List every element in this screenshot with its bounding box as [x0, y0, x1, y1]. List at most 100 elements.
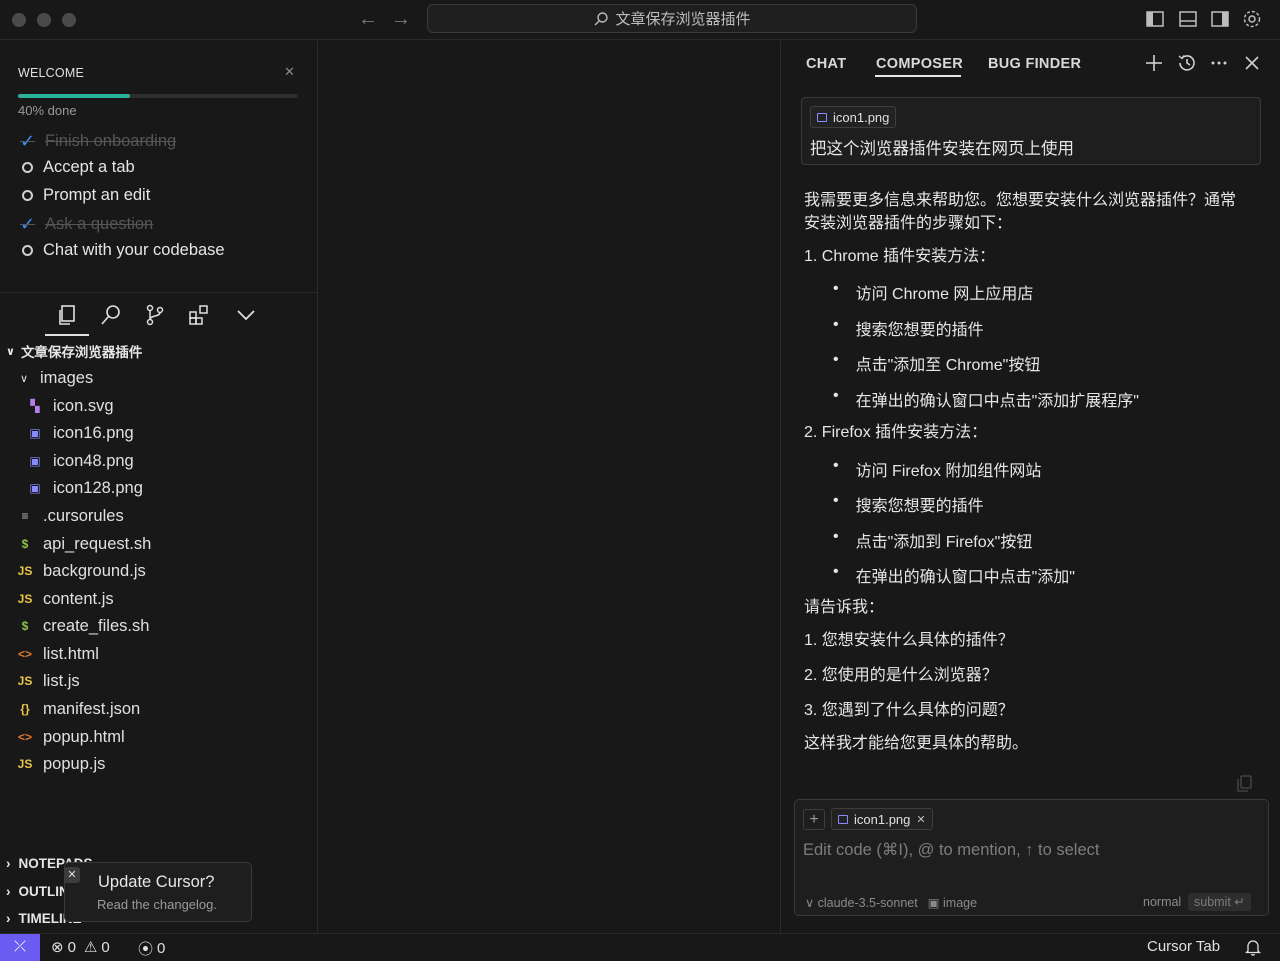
- toggle-primary-sidebar-icon[interactable]: [1145, 9, 1165, 29]
- file-icon-svg[interactable]: ▚ icon.svg: [26, 394, 114, 418]
- file-icon16-png[interactable]: ▣ icon16.png: [26, 421, 134, 445]
- copy-icon[interactable]: [1237, 775, 1252, 792]
- chevron-down-icon[interactable]: [234, 303, 258, 327]
- welcome-section: WELCOME ✕ 40% done ✓ Finish onboarding A…: [0, 41, 317, 293]
- image-icon: ▣: [927, 896, 943, 910]
- minimize-window-button[interactable]: [37, 13, 51, 27]
- file-create-files-sh[interactable]: $ create_files.sh: [16, 614, 150, 638]
- file-label: icon.svg: [53, 396, 114, 415]
- folder-images[interactable]: ∨ images: [20, 366, 93, 390]
- image-file-icon: ▣: [29, 481, 41, 495]
- history-icon[interactable]: [1176, 52, 1198, 74]
- command-center-search[interactable]: 文章保存浏览器插件: [427, 4, 917, 33]
- shell-file-icon: $: [21, 537, 29, 551]
- file-popup-js[interactable]: JS popup.js: [16, 752, 106, 776]
- list-item-text: 在弹出的确认窗口中点击"添加扩展程序": [855, 393, 1139, 410]
- composer-input[interactable]: + icon1.png ✕ Edit code (⌘I), @ to menti…: [794, 799, 1269, 916]
- task-accept-a-tab[interactable]: Accept a tab: [20, 158, 135, 177]
- source-control-icon[interactable]: [143, 303, 167, 327]
- maximize-window-button[interactable]: [62, 13, 76, 27]
- cursor-tab-status[interactable]: Cursor Tab: [1147, 938, 1220, 955]
- file-icon48-png[interactable]: ▣ icon48.png: [26, 449, 133, 473]
- tab-bug-finder[interactable]: BUG FINDER: [988, 56, 1081, 72]
- chevron-right-icon: ›: [6, 884, 11, 899]
- plus-icon[interactable]: [1143, 52, 1165, 74]
- check-icon: ✓: [20, 131, 36, 151]
- file-popup-html[interactable]: <> popup.html: [16, 725, 125, 749]
- file-content-js[interactable]: JS content.js: [16, 587, 114, 611]
- bullet-dot: •: [833, 492, 839, 509]
- bullet-dot: •: [833, 387, 839, 404]
- explorer-files-icon[interactable]: [55, 303, 79, 327]
- remove-attachment-icon[interactable]: ✕: [916, 813, 925, 826]
- image-button[interactable]: ▣ image: [928, 895, 977, 910]
- settings-gear-icon[interactable]: [1242, 9, 1262, 29]
- task-ask-a-question[interactable]: ✓ Ask a question: [20, 214, 153, 235]
- search-icon[interactable]: [99, 303, 123, 327]
- forward-arrow-icon[interactable]: →: [391, 8, 411, 31]
- file-label: icon16.png: [53, 423, 134, 442]
- composer-placeholder[interactable]: Edit code (⌘I), @ to mention, ↑ to selec…: [803, 840, 1099, 860]
- tab-composer[interactable]: COMPOSER: [876, 56, 963, 72]
- notifications-bell-icon[interactable]: [1245, 939, 1261, 956]
- image-file-icon: ▣: [29, 426, 41, 440]
- more-options-icon[interactable]: [1208, 52, 1230, 74]
- model-selector[interactable]: ∨ claude-3.5-sonnet ▣ image: [805, 895, 977, 910]
- status-bar: ⤫ ⊗ 0 ⚠ 0 ⦿ 0 Cursor Tab: [0, 933, 1280, 961]
- extensions-icon[interactable]: [187, 303, 211, 327]
- response-heading-chrome: 1. Chrome 插件安装方法：: [804, 248, 996, 265]
- list-item: • 搜索您想要的插件: [833, 492, 984, 516]
- mode-selector[interactable]: normal: [1143, 895, 1181, 909]
- list-item-text: 访问 Chrome 网上应用店: [855, 286, 1034, 303]
- close-icon[interactable]: ✕: [64, 867, 80, 883]
- json-file-icon: {}: [20, 702, 30, 716]
- attachment-chip[interactable]: icon1.png ✕: [831, 808, 933, 830]
- file-list-js[interactable]: JS list.js: [16, 669, 80, 693]
- file-api-request-sh[interactable]: $ api_request.sh: [16, 532, 152, 556]
- attachment-chip[interactable]: icon1.png: [810, 106, 897, 128]
- image-label: image: [943, 896, 978, 910]
- file-cursorules[interactable]: ≡ .cursorules: [16, 504, 124, 528]
- ports-indicator[interactable]: ⦿ 0: [138, 938, 165, 959]
- chevron-down-icon: ∨: [805, 896, 818, 910]
- list-item: • 搜索您想要的插件: [833, 316, 984, 340]
- close-window-button[interactable]: [12, 13, 26, 27]
- activity-bar: [0, 293, 317, 339]
- file-icon128-png[interactable]: ▣ icon128.png: [26, 476, 143, 500]
- user-message[interactable]: icon1.png 把这个浏览器插件安装在网页上使用: [801, 97, 1261, 165]
- file-label: popup.js: [43, 754, 106, 773]
- update-notification[interactable]: ✕ Update Cursor? Read the changelog.: [64, 862, 252, 922]
- remote-indicator-icon[interactable]: ⤫: [0, 934, 40, 961]
- bullet-dot: •: [833, 563, 839, 580]
- bullet-dot: •: [833, 280, 839, 297]
- file-background-js[interactable]: JS background.js: [16, 559, 146, 583]
- close-panel-icon[interactable]: [1241, 52, 1263, 74]
- editor-area[interactable]: [318, 41, 781, 933]
- welcome-close-icon[interactable]: ✕: [284, 64, 295, 80]
- tab-chat[interactable]: CHAT: [806, 56, 846, 72]
- attachment-label: icon1.png: [833, 109, 890, 125]
- changelog-link[interactable]: Read the changelog.: [97, 897, 217, 912]
- list-item: • 在弹出的确认窗口中点击"添加": [833, 563, 1075, 587]
- task-finish-onboarding[interactable]: ✓ Finish onboarding: [20, 131, 176, 152]
- model-label: claude-3.5-sonnet: [817, 896, 918, 910]
- response-heading-firefox: 2. Firefox 插件安装方法：: [804, 424, 988, 441]
- task-chat-with-codebase[interactable]: Chat with your codebase: [20, 241, 225, 260]
- file-manifest-json[interactable]: {} manifest.json: [16, 697, 140, 721]
- toggle-secondary-sidebar-icon[interactable]: [1210, 9, 1230, 29]
- response-intro-line-1: 我需要更多信息来帮助您。您想要安装什么浏览器插件？通常: [804, 192, 1237, 209]
- toggle-panel-icon[interactable]: [1178, 9, 1198, 29]
- file-list-html[interactable]: <> list.html: [16, 642, 99, 666]
- response-closing: 这样我才能给您更具体的帮助。: [804, 735, 1029, 752]
- file-label: .cursorules: [43, 506, 124, 525]
- submit-button[interactable]: submit ↵: [1188, 893, 1251, 911]
- task-prompt-an-edit[interactable]: Prompt an edit: [20, 186, 150, 205]
- bullet-dot: •: [833, 528, 839, 545]
- user-message-text: 把这个浏览器插件安装在网页上使用: [810, 140, 1074, 158]
- add-context-button[interactable]: +: [803, 809, 825, 830]
- explorer-root-folder[interactable]: ∨ 文章保存浏览器插件: [6, 341, 142, 361]
- error-count: 0: [67, 938, 76, 956]
- problems-indicator[interactable]: ⊗ 0 ⚠ 0: [51, 938, 110, 957]
- back-arrow-icon[interactable]: ←: [358, 8, 378, 31]
- list-item-text: 访问 Firefox 附加组件网站: [855, 463, 1042, 480]
